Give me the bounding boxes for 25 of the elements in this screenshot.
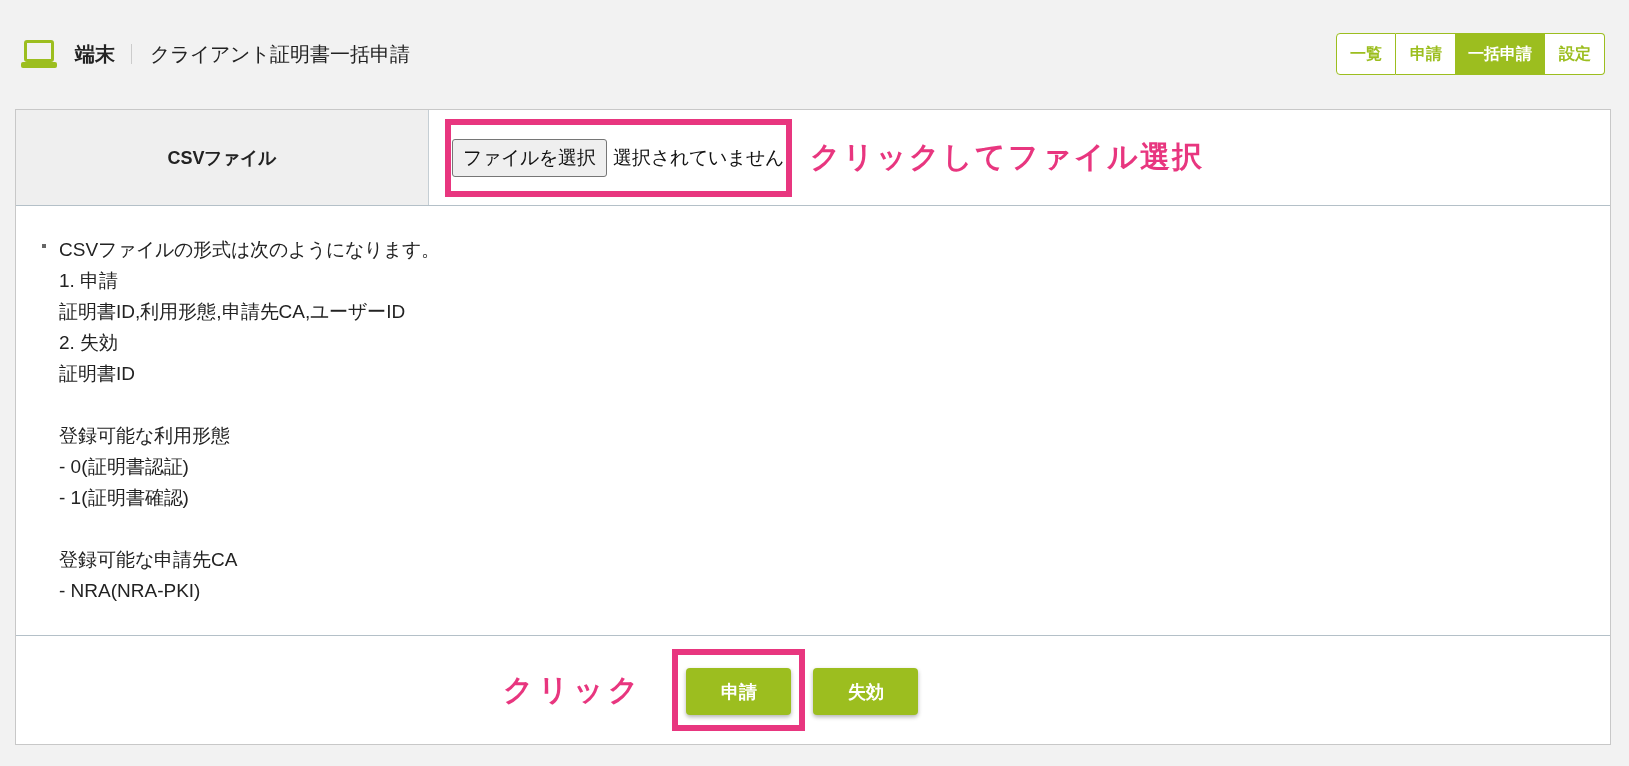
field-label: CSVファイル — [16, 110, 429, 205]
nav-tab[interactable]: 申請 — [1396, 33, 1456, 75]
file-choose-button[interactable]: ファイルを選択 — [452, 138, 607, 177]
section-label: 端末 — [75, 41, 115, 67]
instruction-line: - NRA(NRA-PKI) — [59, 579, 202, 603]
page-title: クライアント証明書一括申請 — [150, 41, 410, 67]
annotation-text: クリックしてファイル選択 — [810, 139, 1204, 175]
instruction-line: 1. 申請 — [59, 269, 120, 293]
instruction-line: - 1(証明書確認) — [59, 486, 190, 510]
instruction-line: CSVファイルの形式は次のようになります。 — [59, 238, 441, 262]
laptop-icon — [21, 40, 57, 68]
instruction-line: 登録可能な申請先CA — [59, 548, 239, 572]
instruction-line: 2. 失効 — [59, 331, 120, 355]
nav-tab[interactable]: 一括申請 — [1456, 33, 1545, 75]
instruction-line: 登録可能な利用形態 — [59, 424, 231, 448]
instruction-line: - 0(証明書認証) — [59, 455, 190, 479]
file-status-text: 選択されていません — [613, 145, 784, 170]
bullet-icon — [42, 244, 46, 248]
instruction-line: 証明書ID,利用形態,申請先CA,ユーザーID — [59, 300, 407, 324]
action-button[interactable]: 失効 — [813, 668, 918, 715]
nav-tab[interactable]: 一覧 — [1336, 33, 1396, 75]
action-button[interactable]: 申請 — [686, 668, 791, 715]
instruction-line: 証明書ID — [59, 362, 136, 386]
nav-tab[interactable]: 設定 — [1545, 33, 1605, 75]
annotation-text: クリック — [503, 671, 643, 708]
